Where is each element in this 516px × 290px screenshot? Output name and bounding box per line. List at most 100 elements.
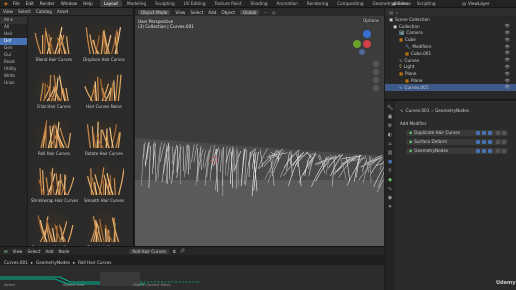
outliner-search-icon[interactable]: ⌕ (396, 10, 398, 15)
visibility-eye-icon[interactable]: 👁︎ (505, 71, 510, 77)
modifier-surface-deform[interactable]: ◆ Surface Deform (406, 139, 508, 145)
tab-layout[interactable]: Layout (99, 0, 123, 7)
edit-mode-toggle-icon[interactable] (476, 149, 480, 153)
outliner-item[interactable]: ▣ Collection 👁︎ (385, 23, 516, 30)
properties-tab-icon[interactable]: ∿ (385, 186, 395, 195)
asset-thumbnail[interactable]: Rotate Hair Curves (81, 114, 127, 159)
properties-tab-icon[interactable]: ◉ (385, 195, 395, 204)
properties-tab-icon[interactable]: ✦ (385, 204, 395, 213)
outliner-item[interactable]: ▦ Cube 👁︎ (385, 36, 516, 43)
visibility-eye-icon[interactable]: 👁︎ (505, 30, 510, 36)
properties-tab-icon[interactable]: ⚲ (385, 168, 395, 177)
scene-selector[interactable]: ▣ Scene (392, 1, 411, 6)
modifier-remove-icon[interactable] (502, 149, 506, 153)
asset-thumbnail[interactable]: Roll Hair Curves (31, 114, 77, 159)
catalog-deform[interactable]: Def (0, 38, 27, 45)
asset-menu-catalog[interactable]: Catalog (36, 9, 52, 14)
node-menu-view[interactable]: View (13, 249, 23, 254)
catalog-hair[interactable]: Hair (0, 31, 27, 38)
node-subgroup-name[interactable]: Roll Hair Curves (78, 260, 111, 265)
node-object-name[interactable]: Curves.001 (4, 260, 28, 265)
visibility-eye-icon[interactable]: 👁︎ (505, 23, 510, 29)
render-toggle-icon[interactable] (488, 140, 492, 144)
node-group-users-icon[interactable]: ⧉ (173, 249, 176, 254)
outliner-item[interactable]: ∿ Curves 👁︎ (385, 57, 516, 64)
3d-viewport[interactable]: Object Mode View Select Add Object Globa… (135, 8, 384, 246)
outliner-item[interactable]: 💡︎ Light 👁︎ (385, 64, 516, 71)
outliner-item[interactable]: ▦ Plane 👁︎ (385, 70, 516, 77)
edit-mode-toggle-icon[interactable] (476, 131, 480, 135)
asset-thumbnail[interactable]: Displace Hair Curves (81, 20, 127, 65)
properties-tab-icon[interactable]: ▥ (385, 150, 395, 159)
visibility-eye-icon[interactable]: 👁︎ (505, 64, 510, 70)
gizmo-z-axis[interactable] (363, 30, 371, 38)
visibility-eye-icon[interactable]: 👁︎ (505, 37, 510, 43)
menu-edit[interactable]: Edit (26, 1, 34, 6)
outliner-item[interactable]: 🔧︎ Modifiers 👁︎ (385, 43, 516, 50)
gizmo-y-axis[interactable] (353, 40, 361, 48)
viewport-toggle-icon[interactable] (482, 140, 486, 144)
modifier-menu-icon[interactable] (496, 140, 500, 144)
tab-rendering[interactable]: Rendering (303, 0, 332, 7)
catalog-unassigned[interactable]: Unas (0, 80, 27, 87)
active-node-group-field[interactable]: Roll Hair Curves (129, 248, 169, 254)
menu-file[interactable]: File (13, 1, 20, 6)
properties-tab-icon[interactable]: ▣ (385, 114, 395, 123)
tab-compositing[interactable]: Compositing (333, 0, 367, 7)
asset-thumbnail[interactable]: Hair Curves Noise (81, 67, 127, 112)
modifier-menu-icon[interactable] (496, 131, 500, 135)
render-toggle-icon[interactable] (488, 131, 492, 135)
pin-icon[interactable]: 📌︎ (180, 248, 185, 254)
view-layer-selector[interactable]: ▤ ViewLayer (462, 1, 490, 6)
properties-tab-icon[interactable]: 🔧︎ (385, 105, 395, 114)
zoom-icon[interactable] (372, 60, 380, 68)
node-menu-node[interactable]: Node (58, 249, 69, 254)
properties-tab-icon[interactable]: ⌂ (385, 141, 395, 150)
visibility-eye-icon[interactable]: 👁︎ (505, 84, 510, 90)
catalog-guides[interactable]: Gui (0, 52, 27, 59)
edit-mode-toggle-icon[interactable] (476, 140, 480, 144)
gizmo-x-axis[interactable] (363, 40, 371, 48)
viewport-toggle-icon[interactable] (482, 131, 486, 135)
grid-view-icon[interactable] (372, 84, 380, 92)
tab-uv-editing[interactable]: UV Editing (180, 0, 210, 7)
menu-window[interactable]: Window (61, 1, 78, 6)
asset-thumbnail[interactable]: Frizz Hair Curves (31, 67, 77, 112)
catalog-generate[interactable]: Gen (0, 45, 27, 52)
catalog-read[interactable]: Read (0, 59, 27, 66)
catalog-write[interactable]: Write (0, 73, 27, 80)
modifier-duplicate-hair-curves[interactable]: ◆ Duplicate Hair Curves (406, 130, 508, 136)
modifier-menu-icon[interactable] (496, 149, 500, 153)
outliner-item[interactable]: 📷︎ Camera 👁︎ (385, 30, 516, 37)
properties-tab-icon[interactable]: ◐ (385, 132, 395, 141)
viewport-toggle-icon[interactable] (482, 149, 486, 153)
properties-tab-icon[interactable]: ● (385, 159, 395, 168)
properties-tab-icon[interactable]: ◆ (385, 177, 395, 186)
editor-type-icon[interactable]: ⊞ (4, 249, 8, 254)
asset-thumbnail[interactable]: Blend Hair Curves (31, 20, 77, 65)
menu-help[interactable]: Help (83, 1, 93, 6)
camera-view-icon[interactable] (372, 76, 380, 84)
asset-menu-select[interactable]: Select (18, 9, 31, 14)
tab-texture-paint[interactable]: Texture Paint (211, 0, 246, 7)
tab-scripting[interactable]: Scripting (413, 0, 440, 7)
outliner-filter-icon[interactable]: ▤ (389, 10, 393, 15)
add-modifier-button[interactable]: Add Modifier (400, 121, 426, 126)
asset-thumbnail[interactable]: Smooth Hair Curves (81, 161, 127, 206)
asset-menu-asset[interactable]: Asset (57, 9, 68, 14)
node-group-name[interactable]: GeometryNodes (36, 260, 70, 265)
outliner-scene-collection[interactable]: ▣ Scene Collection (385, 16, 516, 23)
asset-menu-view[interactable]: View (3, 9, 13, 14)
modifier-remove-icon[interactable] (502, 140, 506, 144)
menu-render[interactable]: Render (40, 1, 55, 6)
visibility-eye-icon[interactable]: 👁︎ (505, 50, 510, 56)
tab-modeling[interactable]: Modeling (123, 0, 150, 7)
gizmo-neg-axis[interactable] (359, 49, 365, 55)
blender-logo-icon[interactable]: ◉ (4, 1, 8, 6)
outliner-item[interactable]: ▦ Cube.001 👁︎ (385, 50, 516, 57)
catalog-utility[interactable]: Utility (0, 66, 27, 73)
visibility-eye-icon[interactable]: 👁︎ (505, 57, 510, 63)
modifier-geometry-nodes[interactable]: ◆ GeometryNodes (406, 148, 508, 154)
visibility-eye-icon[interactable]: 👁︎ (505, 44, 510, 50)
properties-tab-icon[interactable]: ⚙︎ (385, 123, 395, 132)
